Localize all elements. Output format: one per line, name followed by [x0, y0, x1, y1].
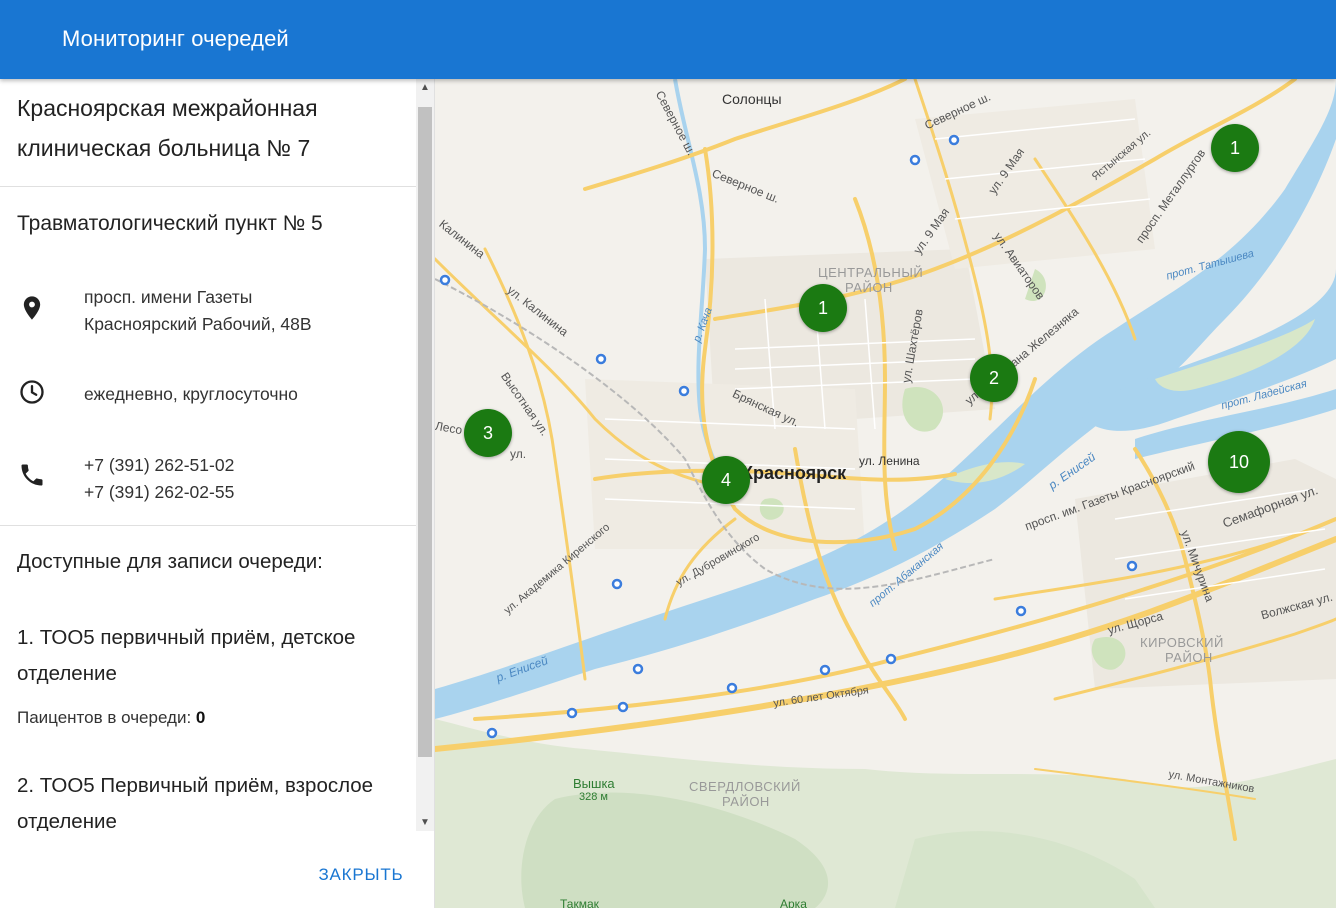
map-label-district: РАЙОН [722, 794, 770, 809]
divider [0, 525, 416, 526]
unit-name: Травматологический пункт № 5 [17, 212, 323, 235]
phone-icon [21, 464, 43, 486]
map-marker[interactable]: 3 [464, 409, 512, 457]
hospital-name: Красноярская межрайонная клиническая бол… [17, 95, 318, 161]
phone-number-1[interactable]: +7 (391) 262-51-02 [84, 452, 234, 479]
map-marker[interactable]: 1 [799, 284, 847, 332]
map-label-solontsy: Солонцы [722, 91, 782, 107]
map-label-district: КИРОВСКИЙ [1140, 635, 1224, 650]
clock-icon [20, 380, 44, 404]
map-marker[interactable]: 10 [1208, 431, 1270, 493]
scrollbar-thumb[interactable] [418, 107, 432, 757]
map-marker[interactable]: 4 [702, 456, 750, 504]
map-label-city: Красноярск [742, 463, 847, 483]
details-panel: Красноярская межрайонная клиническая бол… [0, 79, 435, 908]
map-label-district: РАЙОН [1165, 650, 1213, 665]
map-label-peak: Такмак [560, 897, 599, 908]
queues-title: Доступные для записи очереди: [17, 550, 323, 573]
map-label-street: ул. [510, 447, 527, 461]
divider [0, 186, 416, 187]
map-label-street: ул. Ленина [859, 454, 920, 468]
queue-item-name[interactable]: 2. ТОО5 Первичный приём, взрослое отделе… [17, 768, 402, 831]
map-label-district: ЦЕНТРАЛЬНЫЙ [818, 265, 924, 280]
queue-item-name[interactable]: 1. ТОО5 первичный приём, детское отделен… [17, 620, 402, 692]
map-marker[interactable]: 1 [1211, 124, 1259, 172]
queue-count-label: Паицентов в очереди: [17, 708, 192, 727]
map-label-district: РАЙОН [845, 280, 893, 295]
app-title: Мониторинг очередей [62, 26, 289, 51]
map-label-peak: Арка [780, 897, 807, 908]
close-button[interactable]: ЗАКРЫТЬ [309, 857, 413, 893]
map-label-peak-height: 328 м [579, 791, 608, 803]
queue-item-count: Паицентов в очереди: 0 [17, 708, 205, 728]
chevron-down-icon[interactable]: ▼ [416, 814, 434, 831]
map-view[interactable]: Солонцы ЦЕНТРАЛЬНЫЙ РАЙОН КИРОВСКИЙ РАЙО… [435, 79, 1336, 908]
queue-count-value: 0 [195, 708, 206, 727]
address-line-2: Красноярский Рабочий, 48В [84, 314, 312, 334]
map-label-peak: Вышка [573, 776, 615, 791]
location-pin-icon [23, 296, 41, 320]
panel-scrollbar[interactable]: ▲ ▼ [416, 79, 434, 831]
chevron-up-icon[interactable]: ▲ [416, 79, 434, 96]
phone-number-2[interactable]: +7 (391) 262-02-55 [84, 479, 234, 506]
address-line-1: просп. имени Газеты [84, 287, 253, 307]
app-bar: Мониторинг очередей [0, 0, 1336, 79]
hours-text: ежедневно, круглосуточно [84, 384, 298, 404]
map-label-district: СВЕРДЛОВСКИЙ [689, 779, 801, 794]
details-scroll-area[interactable]: Красноярская межрайонная клиническая бол… [0, 79, 416, 831]
map-marker[interactable]: 2 [970, 354, 1018, 402]
